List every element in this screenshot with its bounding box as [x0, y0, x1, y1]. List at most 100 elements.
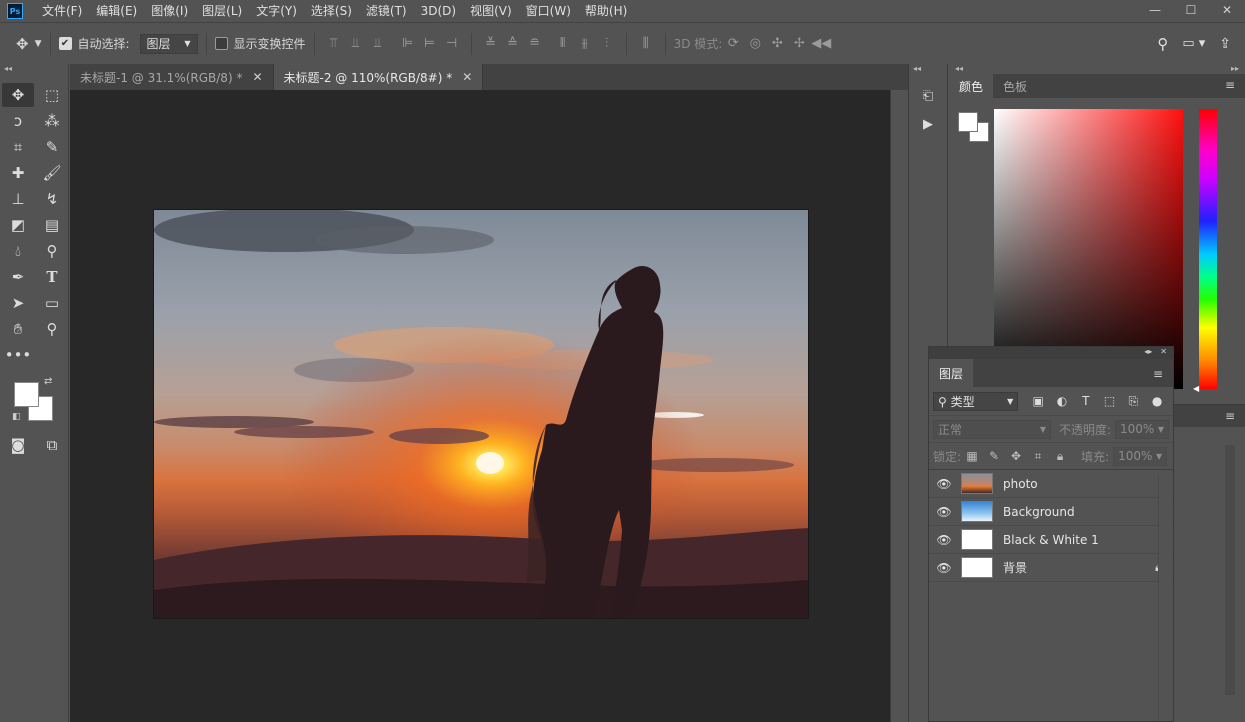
filter-adjustment-icon[interactable]: ◐: [1050, 394, 1074, 408]
menu-select[interactable]: 选择(S): [304, 0, 359, 22]
search-icon[interactable]: ⚲: [1157, 35, 1168, 53]
hue-slider-marker[interactable]: ◀: [1193, 384, 1199, 393]
panel-menu-icon[interactable]: ≡: [1225, 409, 1235, 423]
lock-artboard-icon[interactable]: ⌗: [1027, 449, 1049, 464]
more-tools-icon[interactable]: •••: [2, 343, 34, 367]
align-right-icon[interactable]: ⊣: [441, 34, 463, 54]
magic-wand-tool-icon[interactable]: ⁂: [36, 109, 68, 133]
layer-filter-dropdown[interactable]: ⚲ 类型 ▼: [933, 391, 1019, 411]
gradient-tool-icon[interactable]: ▤: [36, 213, 68, 237]
distribute-top-icon[interactable]: ≚: [480, 34, 502, 54]
tab-color[interactable]: 颜色: [949, 74, 994, 98]
close-icon[interactable]: ✕: [462, 70, 472, 84]
auto-align-icon[interactable]: ⫼: [635, 34, 657, 54]
distribute-left-icon[interactable]: ⫴: [552, 34, 574, 54]
layer-thumbnail[interactable]: [961, 529, 993, 550]
auto-select-checkbox[interactable]: ✔: [58, 37, 72, 50]
lock-transparent-icon[interactable]: ▦: [961, 449, 983, 463]
filter-smart-object-icon[interactable]: ⎘: [1121, 394, 1145, 409]
lock-position-icon[interactable]: ✥: [1005, 449, 1027, 463]
collapse-panels-icon[interactable]: ◂◂: [955, 64, 963, 74]
menu-help[interactable]: 帮助(H): [578, 0, 634, 22]
move-tool-preset[interactable]: ✥ ▼: [16, 35, 42, 53]
3d-pan-icon[interactable]: ✣: [766, 34, 788, 54]
distribute-hcenter-icon[interactable]: ⫵: [574, 34, 596, 54]
layer-row[interactable]: 👁︎ Black & White 1: [929, 526, 1173, 554]
eyedropper-tool-icon[interactable]: ✎: [36, 135, 68, 159]
eye-icon[interactable]: 👁︎: [929, 477, 959, 491]
menu-filter[interactable]: 滤镜(T): [359, 0, 414, 22]
align-bottom-icon[interactable]: ⫫: [367, 34, 389, 54]
panel-scrollbar[interactable]: [1225, 445, 1235, 695]
3d-slide-icon[interactable]: ✢: [788, 34, 810, 54]
crop-tool-icon[interactable]: ⌗: [2, 135, 34, 159]
menu-view[interactable]: 视图(V): [463, 0, 519, 22]
menu-window[interactable]: 窗口(W): [519, 0, 578, 22]
close-icon[interactable]: ✕: [252, 70, 262, 84]
hand-tool-icon[interactable]: ✋︎: [2, 317, 34, 341]
show-transform-checkbox[interactable]: [214, 37, 228, 50]
eye-icon[interactable]: 👁︎: [929, 505, 959, 519]
quick-mask-icon[interactable]: ◙: [2, 433, 34, 457]
menu-layer[interactable]: 图层(L): [195, 0, 249, 22]
foreground-color-swatch[interactable]: [14, 382, 39, 407]
layers-scrollbar[interactable]: [1158, 475, 1172, 721]
history-brush-tool-icon[interactable]: ↯: [36, 187, 68, 211]
layer-thumbnail[interactable]: [961, 557, 993, 578]
fill-input[interactable]: 100% ▼: [1113, 446, 1168, 466]
collapse-strip-icon[interactable]: ◂◂: [909, 64, 947, 74]
align-left-icon[interactable]: ⊫: [397, 34, 419, 54]
filter-pixel-icon[interactable]: ▣: [1026, 394, 1050, 408]
align-hcenter-icon[interactable]: ⊨: [419, 34, 441, 54]
menu-edit[interactable]: 编辑(E): [89, 0, 144, 22]
history-icon[interactable]: ⎗: [909, 82, 947, 110]
screen-mode-icon[interactable]: ⧉: [36, 433, 68, 457]
panel-menu-icon[interactable]: ≡: [1225, 78, 1235, 92]
panel-menu-icon[interactable]: ≡: [1153, 367, 1163, 381]
layer-row[interactable]: 👁︎ 背景 🔒︎: [929, 554, 1173, 582]
filter-toggle-icon[interactable]: ●: [1145, 394, 1169, 408]
hue-slider[interactable]: [1199, 109, 1217, 389]
expand-panels-icon[interactable]: ▸▸: [1231, 64, 1239, 74]
eye-icon[interactable]: 👁︎: [929, 561, 959, 575]
document-canvas-image[interactable]: [153, 209, 809, 619]
menu-3d[interactable]: 3D(D): [414, 0, 463, 22]
path-selection-tool-icon[interactable]: ➤: [2, 291, 34, 315]
blend-mode-dropdown[interactable]: 正常 ▼: [933, 419, 1051, 439]
swap-colors-icon[interactable]: ⇄: [44, 376, 52, 387]
3d-scale-icon[interactable]: ◀◀: [810, 34, 832, 54]
blur-tool-icon[interactable]: 💧︎: [2, 239, 34, 263]
healing-brush-tool-icon[interactable]: ✚: [2, 161, 34, 185]
layer-row[interactable]: 👁︎ Background: [929, 498, 1173, 526]
3d-orbit-icon[interactable]: ⟳: [722, 34, 744, 54]
pen-tool-icon[interactable]: ✒: [2, 265, 34, 289]
menu-image[interactable]: 图像(I): [144, 0, 195, 22]
tab-document-1[interactable]: 未标题-1 @ 31.1%(RGB/8) * ✕: [70, 64, 274, 90]
auto-select-target-dropdown[interactable]: 图层 ▼: [139, 33, 198, 54]
color-panel-foreground-swatch[interactable]: [958, 112, 978, 132]
share-icon[interactable]: ⇪: [1219, 36, 1231, 52]
distribute-right-icon[interactable]: ⫶: [596, 34, 618, 54]
collapse-icon[interactable]: ◂▸: [1144, 347, 1152, 359]
move-tool-icon[interactable]: ✥: [2, 83, 34, 107]
layer-thumbnail[interactable]: [961, 501, 993, 522]
canvas-area[interactable]: [70, 90, 890, 722]
marquee-tool-icon[interactable]: ⬚: [36, 83, 68, 107]
collapse-toolbar-icon[interactable]: ◂◂: [0, 64, 68, 74]
menu-type[interactable]: 文字(Y): [249, 0, 304, 22]
opacity-input[interactable]: 100% ▼: [1115, 419, 1169, 439]
minimize-button[interactable]: —: [1137, 0, 1173, 20]
dodge-tool-icon[interactable]: ⚲: [36, 239, 68, 263]
vertical-scrollbar[interactable]: [890, 90, 908, 722]
rectangle-tool-icon[interactable]: ▭: [36, 291, 68, 315]
layer-row[interactable]: 👁︎ photo: [929, 470, 1173, 498]
3d-roll-icon[interactable]: ◎: [744, 34, 766, 54]
eye-icon[interactable]: 👁︎: [929, 533, 959, 547]
layer-thumbnail[interactable]: [961, 473, 993, 494]
lock-pixels-icon[interactable]: ✎: [983, 449, 1005, 463]
default-colors-icon[interactable]: ◧: [12, 412, 21, 422]
eraser-tool-icon[interactable]: ◩: [2, 213, 34, 237]
zoom-tool-icon[interactable]: ⚲: [36, 317, 68, 341]
brush-tool-icon[interactable]: 🖌︎: [36, 161, 68, 185]
align-top-icon[interactable]: ⫪: [323, 34, 345, 54]
